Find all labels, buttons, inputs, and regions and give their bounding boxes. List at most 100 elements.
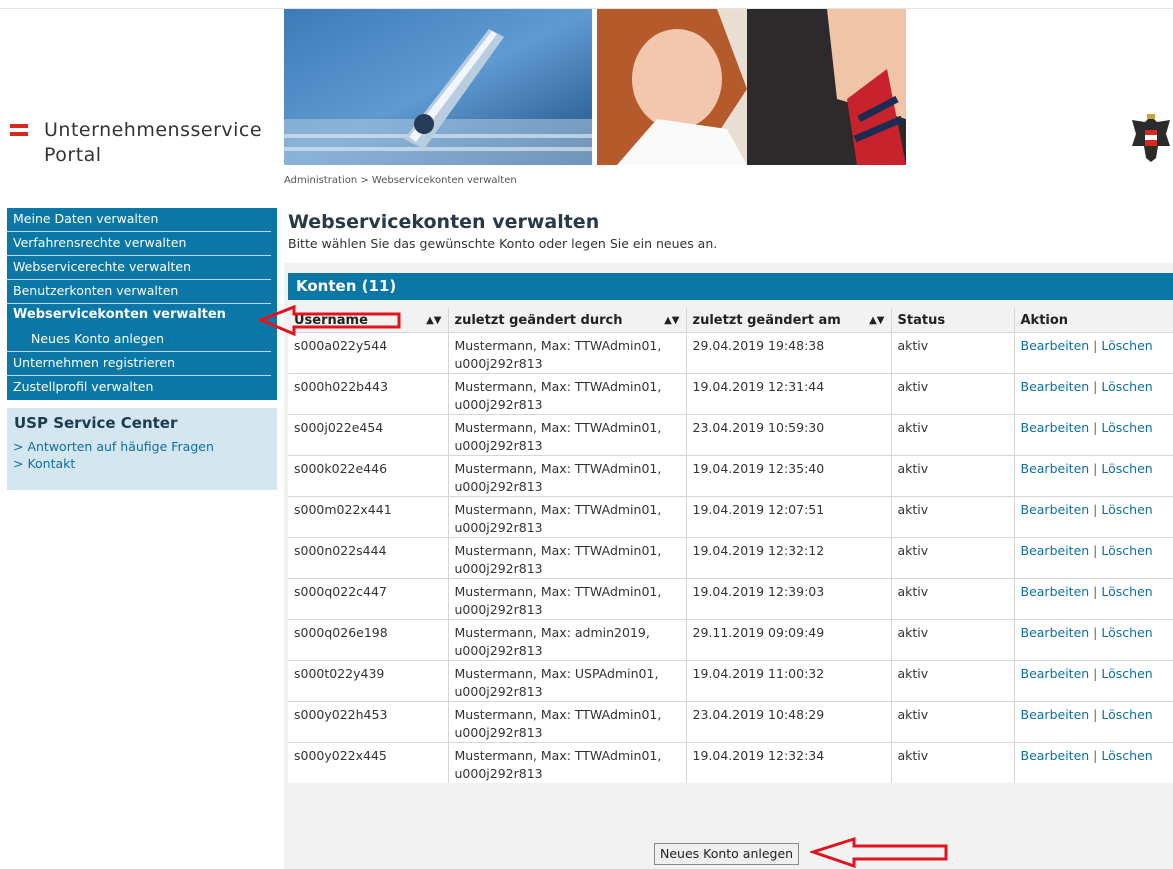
sidebar-item-neues-konto[interactable]: Neues Konto anlegen [7, 328, 271, 352]
sidebar-nav: Meine Daten verwalten Verfahrensrechte v… [7, 208, 277, 400]
changed-at-cell: 19.04.2019 12:39:03 [686, 578, 892, 620]
sort-arrows-icon[interactable]: ▲▼ [426, 315, 441, 326]
edit-link[interactable]: Bearbeiten [1021, 502, 1090, 517]
username-cell: s000n022s444 [288, 537, 449, 579]
edit-link[interactable]: Bearbeiten [1021, 748, 1090, 763]
delete-link[interactable]: Löschen [1101, 584, 1152, 599]
delete-link[interactable]: Löschen [1101, 338, 1152, 353]
changed-at-cell: 19.04.2019 12:35:40 [686, 455, 892, 497]
page-title: Webservicekonten verwalten [288, 211, 600, 233]
sidebar-item-verfahrensrechte[interactable]: Verfahrensrechte verwalten [7, 232, 271, 256]
table-row[interactable]: s000q026e198 Mustermann, Max: admin2019, u… [288, 619, 1173, 661]
austria-flag-icon [10, 124, 28, 140]
edit-link[interactable]: Bearbeiten [1021, 420, 1090, 435]
edit-link[interactable]: Bearbeiten [1021, 584, 1090, 599]
table-row[interactable]: s000k022e446 Mustermann, Max: TTWAdmin01,… [288, 455, 1173, 497]
banner-image-pen [284, 9, 592, 165]
changed-at-cell: 23.04.2019 10:59:30 [686, 414, 892, 456]
contact-link[interactable]: > Kontakt [7, 455, 277, 472]
table-row[interactable]: s000q022c447 Mustermann, Max: TTWAdmin01,… [288, 578, 1173, 620]
action-separator: | [1093, 379, 1098, 394]
username-cell: s000h022b443 [288, 373, 449, 415]
sidebar-item-webservicerechte[interactable]: Webservicerechte verwalten [7, 256, 271, 280]
action-cell: Bearbeiten | Löschen [1014, 660, 1173, 702]
table-row[interactable]: s000a022y544 Mustermann, Max: TTWAdmin01,… [288, 332, 1173, 374]
edit-link[interactable]: Bearbeiten [1021, 625, 1090, 640]
delete-link[interactable]: Löschen [1101, 420, 1152, 435]
action-cell: Bearbeiten | Löschen [1014, 578, 1173, 620]
action-cell: Bearbeiten | Löschen [1014, 701, 1173, 743]
sidebar-item-webservicekonten[interactable]: Webservicekonten verwalten [7, 304, 271, 328]
username-cell: s000k022e446 [288, 455, 449, 497]
action-cell: Bearbeiten | Löschen [1014, 619, 1173, 661]
table-row[interactable]: s000y022x445 Mustermann, Max: TTWAdmin01,… [288, 742, 1173, 784]
table-row[interactable]: s000h022b443 Mustermann, Max: TTWAdmin01,… [288, 373, 1173, 415]
action-separator: | [1093, 748, 1098, 763]
column-header-changed-at[interactable]: zuletzt geändert am ▲▼ [686, 308, 892, 333]
table-row[interactable]: s000y022h453 Mustermann, Max: TTWAdmin01,… [288, 701, 1173, 743]
new-account-button[interactable]: Neues Konto anlegen [654, 843, 800, 865]
banner-image-people [597, 9, 906, 165]
delete-link[interactable]: Löschen [1101, 379, 1152, 394]
sidebar-item-unternehmen-registrieren[interactable]: Unternehmen registrieren [7, 352, 271, 376]
username-cell: s000y022x445 [288, 742, 449, 784]
page-description: Bitte wählen Sie das gewünschte Konto od… [288, 236, 718, 251]
logo-line-1: Unternehmensservice [44, 119, 263, 141]
changed-at-cell: 19.04.2019 12:07:51 [686, 496, 892, 538]
delete-link[interactable]: Löschen [1101, 461, 1152, 476]
column-header-changed-by[interactable]: zuletzt geändert durch ▲▼ [448, 308, 687, 333]
edit-link[interactable]: Bearbeiten [1021, 379, 1090, 394]
action-cell: Bearbeiten | Löschen [1014, 414, 1173, 456]
username-cell: s000j022e454 [288, 414, 449, 456]
edit-link[interactable]: Bearbeiten [1021, 666, 1090, 681]
section-header-konten: Konten (11) [288, 273, 1173, 300]
changed-by-cell: Mustermann, Max: TTWAdmin01, u000j292r813 [448, 332, 687, 374]
edit-link[interactable]: Bearbeiten [1021, 707, 1090, 722]
changed-by-cell: Mustermann, Max: TTWAdmin01, u000j292r813 [448, 742, 687, 784]
username-cell: s000q026e198 [288, 619, 449, 661]
delete-link[interactable]: Löschen [1101, 707, 1152, 722]
action-separator: | [1093, 584, 1098, 599]
changed-at-cell: 19.04.2019 12:32:12 [686, 537, 892, 579]
faq-link[interactable]: > Antworten auf häufige Fragen [7, 438, 277, 455]
action-separator: | [1093, 543, 1098, 558]
annotation-arrow-sidebar [258, 304, 401, 336]
table-row[interactable]: s000t022y439 Mustermann, Max: USPAdmin01,… [288, 660, 1173, 702]
status-cell: aktiv [891, 332, 1015, 374]
sort-arrows-icon[interactable]: ▲▼ [869, 315, 884, 326]
action-separator: | [1093, 338, 1098, 353]
action-separator: | [1093, 461, 1098, 476]
status-cell: aktiv [891, 373, 1015, 415]
delete-link[interactable]: Löschen [1101, 625, 1152, 640]
username-cell: s000q022c447 [288, 578, 449, 620]
changed-by-cell: Mustermann, Max: TTWAdmin01, u000j292r813 [448, 373, 687, 415]
action-cell: Bearbeiten | Löschen [1014, 332, 1173, 374]
delete-link[interactable]: Löschen [1101, 666, 1152, 681]
delete-link[interactable]: Löschen [1101, 748, 1152, 763]
status-cell: aktiv [891, 578, 1015, 620]
changed-at-cell: 23.04.2019 10:48:29 [686, 701, 892, 743]
sidebar-item-zustellprofil[interactable]: Zustellprofil verwalten [7, 376, 277, 400]
edit-link[interactable]: Bearbeiten [1021, 543, 1090, 558]
logo-line-2: Portal [44, 144, 102, 166]
edit-link[interactable]: Bearbeiten [1021, 338, 1090, 353]
delete-link[interactable]: Löschen [1101, 543, 1152, 558]
action-separator: | [1093, 625, 1098, 640]
portal-logo[interactable]: Unternehmensservice Portal [10, 118, 262, 168]
sidebar-item-benutzerkonten[interactable]: Benutzerkonten verwalten [7, 280, 271, 304]
edit-link[interactable]: Bearbeiten [1021, 461, 1090, 476]
changed-by-cell: Mustermann, Max: USPAdmin01, u000j292r813 [448, 660, 687, 702]
table-row[interactable]: s000j022e454 Mustermann, Max: TTWAdmin01,… [288, 414, 1173, 456]
table-row[interactable]: s000m022x441 Mustermann, Max: TTWAdmin01,… [288, 496, 1173, 538]
username-cell: s000a022y544 [288, 332, 449, 374]
delete-link[interactable]: Löschen [1101, 502, 1152, 517]
status-cell: aktiv [891, 660, 1015, 702]
service-center-title: USP Service Center [14, 414, 178, 432]
username-cell: s000y022h453 [288, 701, 449, 743]
changed-by-cell: Mustermann, Max: TTWAdmin01, u000j292r813 [448, 455, 687, 497]
breadcrumb: Administration > Webservicekonten verwal… [284, 175, 517, 186]
sidebar-item-meine-daten[interactable]: Meine Daten verwalten [7, 208, 271, 232]
table-row[interactable]: s000n022s444 Mustermann, Max: TTWAdmin01,… [288, 537, 1173, 579]
sort-arrows-icon[interactable]: ▲▼ [664, 315, 679, 326]
username-cell: s000m022x441 [288, 496, 449, 538]
